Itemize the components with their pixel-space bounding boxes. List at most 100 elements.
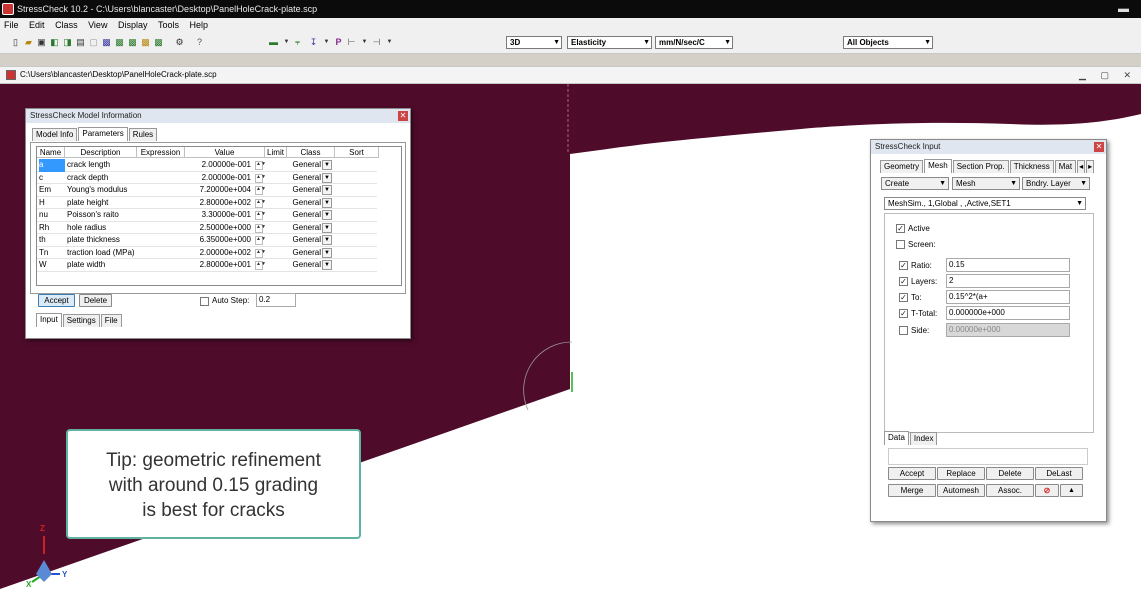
col-description[interactable]: Description (65, 147, 137, 158)
col-value[interactable]: Value (185, 147, 265, 158)
print-icon[interactable]: ▤ (75, 37, 86, 48)
tab-model-info[interactable]: Model Info (32, 128, 78, 141)
table-row[interactable]: W plate width 2.80000e+001 ▲▼ General ▼ (37, 259, 377, 272)
delast-button[interactable]: DeLast (1035, 467, 1083, 480)
save-icon[interactable]: ▣ (36, 37, 47, 48)
col-sort[interactable]: Sort (335, 147, 379, 158)
load-icon[interactable]: ↧ (308, 37, 319, 48)
extract-icon[interactable]: ⊣ (371, 37, 382, 48)
constraint-icon[interactable]: ⫧ (292, 37, 303, 48)
spin-icon[interactable]: ▲▼ (255, 173, 266, 183)
view-mode-select[interactable]: 3D ▼ (506, 36, 562, 49)
report-icon[interactable]: ▩ (153, 37, 164, 48)
col-class[interactable]: Class (287, 147, 335, 158)
table-row[interactable]: c crack depth 2.00000e-001 ▲▼ General ▼ (37, 172, 377, 184)
side-input[interactable]: 0.00000e+000 (946, 323, 1070, 337)
spin-icon[interactable]: ▲▼ (255, 198, 266, 208)
menu-display[interactable]: Display (114, 18, 152, 32)
chevron-down-icon[interactable]: ▼ (322, 197, 332, 208)
ttotal-checkbox[interactable]: ✓ (899, 309, 908, 318)
dropdown-arrow-icon[interactable]: ▼ (281, 37, 292, 48)
menu-view[interactable]: View (84, 18, 111, 32)
menu-help[interactable]: Help (186, 18, 213, 32)
document-window-controls[interactable]: ▁ ▢ ✕ (1079, 67, 1137, 83)
spin-icon[interactable]: ▲▼ (255, 186, 266, 195)
auto-step-input[interactable]: 0.2 (256, 293, 296, 307)
import-icon[interactable]: ◧ (49, 37, 60, 48)
tab-mesh[interactable]: Mesh (924, 159, 952, 173)
spin-icon[interactable]: ▲▼ (255, 223, 266, 233)
tab-section-prop[interactable]: Section Prop. (952, 160, 1009, 173)
menu-file[interactable]: File (0, 18, 23, 32)
plot-icon[interactable]: ⊢ (346, 37, 357, 48)
screen-checkbox[interactable] (896, 240, 905, 249)
category-select[interactable]: Mesh ▼ (952, 177, 1020, 190)
menu-tools[interactable]: Tools (154, 18, 183, 32)
tab-file[interactable]: File (100, 314, 122, 327)
tab-settings[interactable]: Settings (62, 314, 100, 327)
side-checkbox[interactable] (899, 326, 908, 335)
undo-icon[interactable]: ▢ (88, 37, 99, 48)
input-icon[interactable]: ▩ (114, 37, 125, 48)
accept-button[interactable]: Accept (38, 294, 75, 307)
spin-icon[interactable]: ▲▼ (255, 261, 266, 270)
table-row[interactable]: th plate thickness 6.35000e+000 ▲▼ Gener… (37, 234, 377, 247)
col-name[interactable]: Name (37, 147, 65, 158)
record-select[interactable]: MeshSim., 1,Global , ,Active,SET1 ▼ (884, 197, 1086, 210)
spin-icon[interactable]: ▲▼ (255, 248, 266, 258)
chevron-down-icon[interactable]: ▼ (322, 185, 332, 195)
layers-input[interactable]: 2 (946, 274, 1070, 288)
chevron-down-icon[interactable]: ▼ (322, 235, 332, 245)
tab-rules[interactable]: Rules (128, 128, 158, 141)
dropdown-arrow-icon[interactable]: ▼ (359, 37, 370, 48)
table-row[interactable]: nu Poisson's raito 3.30000e-001 ▲▼ Gener… (37, 209, 377, 222)
spin-icon[interactable]: ▲▼ (255, 211, 266, 220)
table-row[interactable]: Rh hole radius 2.50000e+000 ▲▼ General ▼ (37, 222, 377, 234)
mesh-tool-icon[interactable]: ▬ (268, 37, 279, 48)
tab-thickness[interactable]: Thickness (1009, 160, 1054, 173)
data-list[interactable] (888, 448, 1088, 465)
open-folder-icon[interactable]: ▰ (23, 37, 34, 48)
col-expression[interactable]: Expression (137, 147, 185, 158)
tab-input[interactable]: Input (36, 313, 62, 327)
tab-data[interactable]: Data (884, 431, 909, 445)
to-input[interactable]: 0.15^2*(a+ (946, 290, 1070, 304)
parameters-table[interactable]: Name Description Expression Value Limit … (36, 146, 402, 286)
col-limit[interactable]: Limit (265, 147, 287, 158)
accept-button[interactable]: Accept (888, 467, 936, 480)
to-checkbox[interactable]: ✓ (899, 293, 908, 302)
collapse-up-icon[interactable]: ▲ (1060, 484, 1083, 497)
ratio-checkbox[interactable]: ✓ (899, 261, 908, 270)
assoc-button[interactable]: Assoc. (986, 484, 1034, 497)
results-icon[interactable]: ▩ (140, 37, 151, 48)
table-row[interactable]: Tn traction load (MPa) 2.00000e+002 ▲▼ G… (37, 247, 377, 259)
subcategory-select[interactable]: Bndry. Layer ▼ (1022, 177, 1090, 190)
replace-button[interactable]: Replace (937, 467, 985, 480)
tab-index[interactable]: Index (909, 432, 938, 445)
dropdown-arrow-icon[interactable]: ▼ (384, 37, 395, 48)
action-select[interactable]: Create ▼ (881, 177, 949, 190)
help-icon[interactable]: ? (194, 37, 205, 48)
auto-step-checkbox[interactable] (200, 297, 209, 306)
merge-button[interactable]: Merge (888, 484, 936, 497)
new-file-icon[interactable]: ▯ (10, 37, 21, 48)
cancel-icon[interactable]: ⊘ (1035, 484, 1059, 497)
table-row[interactable]: a crack length 2.00000e-001 ▲▼ General ▼ (37, 159, 377, 172)
dropdown-arrow-icon[interactable]: ▼ (321, 37, 332, 48)
units-select[interactable]: mm/N/sec/C ▼ (655, 36, 733, 49)
delete-button[interactable]: Delete (986, 467, 1034, 480)
menu-class[interactable]: Class (51, 18, 82, 32)
close-icon[interactable]: ✕ (1094, 142, 1104, 152)
delete-button[interactable]: Delete (79, 294, 112, 307)
layers-checkbox[interactable]: ✓ (899, 277, 908, 286)
chevron-down-icon[interactable]: ▼ (322, 247, 332, 258)
tab-parameters[interactable]: Parameters (78, 127, 128, 141)
ratio-input[interactable]: 0.15 (946, 258, 1070, 272)
parameter-icon[interactable]: P (333, 37, 344, 48)
tab-scroll-left-icon[interactable]: ◂ (1077, 160, 1086, 173)
ttotal-input[interactable]: 0.000000e+000 (946, 306, 1070, 320)
solve-icon[interactable]: ▩ (127, 37, 138, 48)
minimize-icon[interactable]: ▬ (1118, 0, 1129, 18)
active-checkbox[interactable]: ✓ (896, 224, 905, 233)
tab-material[interactable]: Mat (1054, 160, 1077, 173)
